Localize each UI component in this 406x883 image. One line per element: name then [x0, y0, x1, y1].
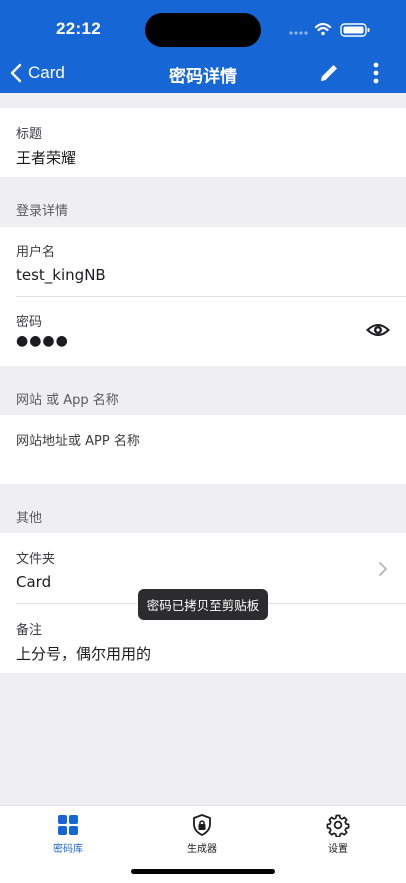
- title-value[interactable]: 王者荣耀: [16, 147, 76, 168]
- copied-toast: 密码已拷贝至剪贴板: [138, 589, 268, 620]
- tab-generator[interactable]: 生成器: [152, 806, 252, 866]
- wifi-dot: [321, 31, 325, 36]
- signal-icon: [289, 31, 308, 35]
- folder-value[interactable]: Card: [16, 573, 51, 591]
- page-title: 密码详情: [169, 67, 237, 87]
- folder-label: 文件夹: [16, 552, 56, 567]
- password-label: 密码: [16, 315, 43, 330]
- username-label: 用户名: [16, 245, 56, 260]
- tab-label: 生成器: [187, 844, 217, 855]
- tab-vault[interactable]: 密码库: [18, 806, 118, 866]
- divider: [16, 296, 406, 297]
- shield-lock-icon: [193, 814, 211, 836]
- notes-value[interactable]: 上分号，偶尔用用的: [16, 643, 151, 664]
- eye-icon[interactable]: [366, 320, 390, 340]
- password-value[interactable]: ●●●●: [16, 333, 69, 349]
- battery-icon: [340, 23, 370, 37]
- grid-icon: [58, 815, 78, 835]
- status-time: 22:12: [56, 19, 101, 38]
- notes-label: 备注: [16, 623, 43, 638]
- chevron-right-icon[interactable]: [378, 561, 388, 577]
- more-vertical-icon[interactable]: [366, 60, 386, 86]
- other-section-header: 其他: [16, 511, 43, 526]
- website-group: 网站地址或 APP 名称: [0, 415, 406, 484]
- username-value[interactable]: test_kingNB: [16, 266, 106, 284]
- login-section-header: 登录详情: [16, 204, 69, 219]
- edit-pencil-icon[interactable]: [317, 61, 341, 85]
- wifi-icon: [314, 22, 332, 32]
- website-input[interactable]: 网站地址或 APP 名称: [16, 430, 140, 449]
- login-group: 用户名 test_kingNB 密码 ●●●●: [0, 227, 406, 366]
- website-section-header: 网站 或 App 名称: [16, 393, 119, 408]
- tab-label: 设置: [328, 844, 348, 855]
- tab-settings[interactable]: 设置: [288, 806, 388, 866]
- gear-icon: [326, 814, 350, 837]
- tab-label: 密码库: [53, 844, 83, 855]
- title-label: 标题: [16, 127, 43, 142]
- title-group: 标题 王者荣耀: [0, 108, 406, 177]
- status-icons: [289, 22, 370, 37]
- home-indicator: [131, 869, 275, 874]
- dynamic-island: [145, 13, 261, 47]
- nav-header: 22:12 Card 密码详情: [0, 0, 406, 93]
